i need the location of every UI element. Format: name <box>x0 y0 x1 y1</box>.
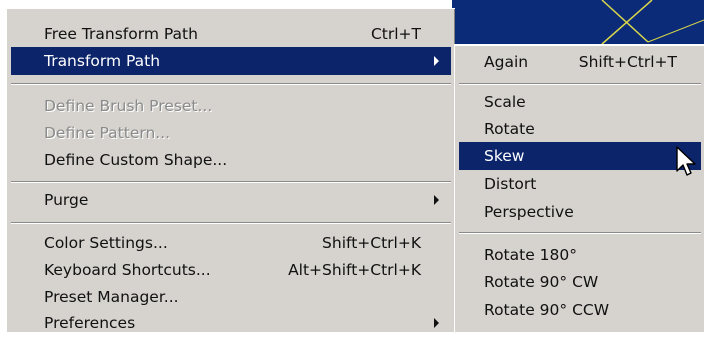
submenu-item-rotate-90-ccw[interactable]: Rotate 90° CCW <box>459 296 701 324</box>
submenu-item-perspective[interactable]: Perspective <box>459 198 701 226</box>
menu-item-label: Free Transform Path <box>44 25 198 43</box>
transform-path-submenu: Again Shift+Ctrl+T Scale Rotate Skew Dis… <box>454 44 704 332</box>
menu-item-label: Rotate 180° <box>484 246 578 264</box>
menu-item-define-pattern[interactable]: Define Pattern... <box>11 119 451 147</box>
menu-item-label: Preferences <box>44 314 136 332</box>
menu-item-label: Keyboard Shortcuts... <box>44 261 211 279</box>
menu-item-shortcut: Alt+Shift+Ctrl+K <box>288 261 421 279</box>
menu-separator <box>459 83 701 85</box>
menu-item-preset-manager[interactable]: Preset Manager... <box>11 283 451 311</box>
submenu-arrow-icon <box>434 318 439 328</box>
canvas-background <box>452 0 704 48</box>
menu-separator <box>11 181 451 183</box>
submenu-item-scale[interactable]: Scale <box>459 88 701 116</box>
menu-item-define-brush-preset[interactable]: Define Brush Preset... <box>11 92 451 120</box>
submenu-item-rotate-180[interactable]: Rotate 180° <box>459 241 701 269</box>
menu-item-label: Transform Path <box>44 52 161 70</box>
submenu-item-rotate[interactable]: Rotate <box>459 115 701 143</box>
submenu-item-skew[interactable]: Skew <box>459 142 701 170</box>
menu-item-shortcut: Shift+Ctrl+T <box>578 53 677 71</box>
menu-item-label: Scale <box>484 93 526 111</box>
menu-item-label: Color Settings... <box>44 234 168 252</box>
menu-separator <box>11 83 451 85</box>
menu-separator <box>11 222 451 224</box>
menu-item-label: Define Brush Preset... <box>44 97 213 115</box>
menu-item-preferences[interactable]: Preferences <box>11 309 451 337</box>
submenu-item-again[interactable]: Again Shift+Ctrl+T <box>459 48 701 76</box>
menu-item-label: Skew <box>484 147 525 165</box>
menu-item-label: Perspective <box>484 203 574 221</box>
menu-item-color-settings[interactable]: Color Settings... Shift+Ctrl+K <box>11 229 451 257</box>
mouse-cursor-icon <box>676 146 696 176</box>
menu-item-label: Purge <box>44 191 89 209</box>
menu-item-shortcut: Shift+Ctrl+K <box>322 234 421 252</box>
menu-item-shortcut: Ctrl+T <box>370 25 421 43</box>
submenu-item-distort[interactable]: Distort <box>459 170 701 198</box>
menu-item-define-custom-shape[interactable]: Define Custom Shape... <box>11 146 451 174</box>
menu-item-label: Define Custom Shape... <box>44 151 228 169</box>
edit-context-menu: Free Transform Path Ctrl+T Transform Pat… <box>6 8 455 332</box>
menu-item-label: Distort <box>484 175 537 193</box>
menu-item-label: Preset Manager... <box>44 288 179 306</box>
menu-item-purge[interactable]: Purge <box>11 186 451 214</box>
submenu-item-rotate-90-cw[interactable]: Rotate 90° CW <box>459 268 701 296</box>
menu-item-label: Again <box>484 53 529 71</box>
submenu-arrow-icon <box>434 56 439 66</box>
menu-item-keyboard-shortcuts[interactable]: Keyboard Shortcuts... Alt+Shift+Ctrl+K <box>11 256 451 284</box>
submenu-arrow-icon <box>434 195 439 205</box>
menu-item-label: Rotate <box>484 120 535 138</box>
menu-item-label: Rotate 90° CCW <box>484 301 610 319</box>
menu-item-label: Rotate 90° CW <box>484 273 599 291</box>
menu-item-free-transform-path[interactable]: Free Transform Path Ctrl+T <box>11 20 451 48</box>
menu-separator <box>459 232 701 234</box>
menu-item-transform-path[interactable]: Transform Path <box>11 47 451 75</box>
canvas-lines <box>601 0 704 45</box>
menu-item-label: Define Pattern... <box>44 124 171 142</box>
